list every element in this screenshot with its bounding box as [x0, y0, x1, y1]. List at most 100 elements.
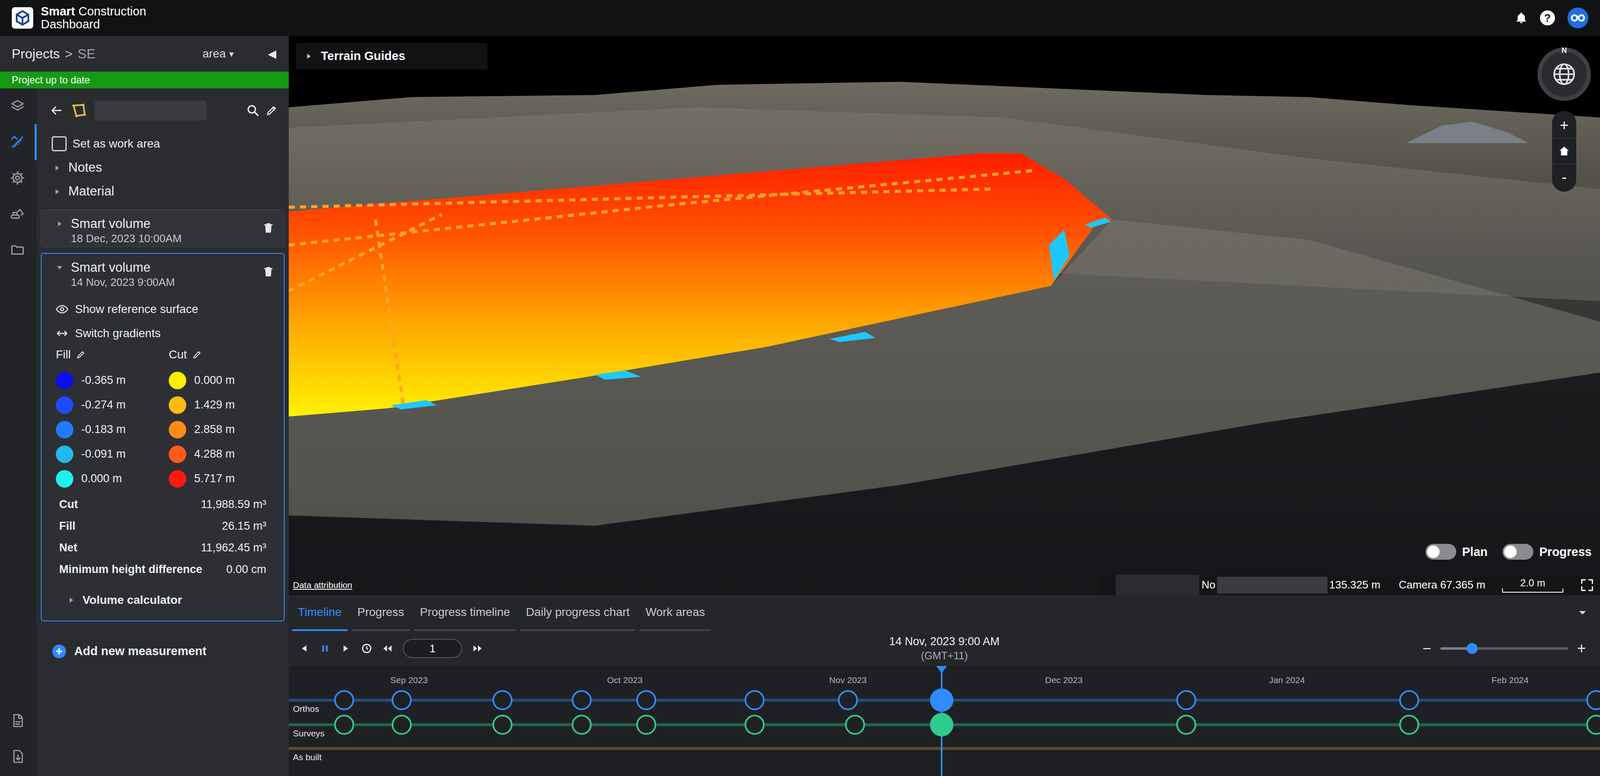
zoom-in-button[interactable]: + — [1577, 640, 1586, 656]
timeline-event[interactable] — [1176, 714, 1197, 735]
logo-icon[interactable] — [10, 6, 35, 30]
rail-item[interactable] — [0, 160, 37, 196]
collapse-button[interactable]: ◀ — [267, 45, 277, 63]
terrain-guides-button[interactable]: Terrain Guides — [295, 42, 488, 70]
zoom-slider-track[interactable] — [1440, 647, 1568, 650]
rail-item[interactable] — [0, 231, 37, 268]
timeline-event[interactable] — [930, 688, 954, 712]
legend-swatch[interactable] — [55, 470, 74, 488]
timeline-event[interactable] — [1176, 690, 1197, 710]
avatar-icon[interactable] — [1567, 7, 1589, 29]
zoom-out-button[interactable]: - — [1552, 164, 1577, 190]
measurement-card[interactable]: Smart volume14 Nov, 2023 9:00AM Show refe… — [40, 252, 285, 622]
breadcrumb: Projects>SEarea▾◀ — [0, 35, 289, 72]
measurement-header[interactable]: Smart volume14 Nov, 2023 9:00AM — [41, 253, 284, 290]
timeline-event[interactable] — [636, 690, 657, 710]
step-field[interactable] — [402, 638, 463, 658]
timeline-event[interactable] — [334, 714, 355, 735]
tab[interactable]: Progress — [351, 595, 410, 631]
timeline-event[interactable] — [391, 690, 412, 710]
measurement-header[interactable]: Smart volume18 Dec, 2023 10:00AM — [41, 210, 284, 247]
timeline-event[interactable] — [1586, 690, 1600, 710]
previous-icon[interactable] — [298, 642, 310, 654]
chevron-down-icon[interactable] — [1576, 607, 1589, 619]
home-button[interactable] — [1552, 138, 1577, 165]
rail-item[interactable] — [0, 738, 37, 775]
rail-item[interactable] — [0, 124, 37, 160]
toggle-item[interactable]: Plan — [1425, 542, 1488, 562]
work-area-checkbox[interactable] — [51, 136, 67, 152]
toggle-switch[interactable] — [1502, 543, 1534, 560]
toggle-switch[interactable] — [1425, 543, 1457, 560]
search-icon[interactable] — [246, 103, 260, 118]
legend-swatch[interactable] — [168, 420, 187, 439]
timeline-event[interactable] — [744, 714, 765, 735]
tab[interactable]: Timeline — [292, 595, 348, 631]
rail-item[interactable] — [0, 88, 37, 125]
trash-icon[interactable] — [262, 221, 275, 235]
fast-forward-icon[interactable] — [472, 642, 483, 654]
toggle-item[interactable]: Progress — [1502, 542, 1592, 562]
map-viewport[interactable]: Terrain Guides N + - Plan Progress Data attrib… — [288, 35, 1600, 595]
timeline-event[interactable] — [1399, 690, 1420, 710]
play-icon[interactable] — [340, 642, 352, 654]
rail-item[interactable] — [0, 195, 37, 232]
legend-swatch[interactable] — [55, 420, 74, 439]
timeline-event[interactable] — [930, 712, 954, 737]
add-measurement-button[interactable]: Add new measurement — [36, 639, 289, 663]
scale-line — [1502, 588, 1564, 593]
legend-swatch[interactable] — [55, 445, 74, 463]
compass[interactable]: N — [1537, 47, 1591, 101]
pencil-icon[interactable] — [192, 349, 203, 360]
breadcrumb-link[interactable]: Projects — [11, 43, 60, 64]
fullscreen-icon[interactable] — [1580, 577, 1595, 593]
detail-action[interactable]: Switch gradients — [55, 321, 270, 346]
area-dropdown[interactable]: area▾ — [202, 45, 234, 63]
timeline-chart[interactable]: Sep 2023Oct 2023Nov 2023Dec 2023Jan 2024… — [288, 665, 1600, 776]
back-arrow-icon[interactable] — [49, 103, 64, 118]
timeline-event[interactable] — [1586, 714, 1600, 735]
section-row[interactable]: Notes — [36, 155, 289, 180]
timeline-event[interactable] — [492, 714, 513, 735]
timeline-event[interactable] — [571, 714, 592, 735]
work-area-row[interactable]: Set as work area — [36, 131, 289, 156]
trash-icon[interactable] — [262, 265, 275, 278]
section-row[interactable]: Material — [36, 179, 289, 204]
timeline-event[interactable] — [571, 690, 592, 710]
legend-swatch[interactable] — [168, 445, 187, 463]
pencil-icon[interactable] — [75, 349, 86, 360]
zoom-in-button[interactable]: + — [1552, 112, 1577, 139]
timeline-event[interactable] — [391, 714, 412, 735]
clock-icon[interactable] — [361, 642, 373, 654]
timeline-event[interactable] — [492, 690, 513, 710]
timeline-event[interactable] — [636, 714, 657, 735]
legend-swatch[interactable] — [168, 371, 187, 390]
breadcrumb-project[interactable]: SE — [77, 43, 96, 64]
zoom-out-button[interactable]: − — [1422, 640, 1432, 656]
data-attribution-link[interactable]: Data attribution — [288, 578, 353, 592]
timeline-event[interactable] — [837, 690, 858, 710]
measurement-card[interactable]: Smart volume18 Dec, 2023 10:00AM — [40, 209, 285, 248]
pause-icon[interactable] — [319, 642, 331, 654]
tab[interactable]: Daily progress chart — [520, 595, 636, 631]
legend-swatch[interactable] — [168, 396, 187, 414]
legend-swatch[interactable] — [168, 470, 187, 488]
timeline-event[interactable] — [1399, 714, 1420, 735]
legend-swatch[interactable] — [55, 371, 74, 390]
terrain-scene[interactable] — [288, 35, 1600, 595]
pencil-icon[interactable] — [265, 104, 278, 117]
timeline-event[interactable] — [334, 690, 355, 710]
bell-icon[interactable] — [1515, 11, 1528, 25]
tab[interactable]: Work areas — [639, 595, 711, 631]
tab[interactable]: Progress timeline — [414, 595, 516, 631]
detail-action[interactable]: Show reference surface — [55, 297, 270, 322]
legend-swatch[interactable] — [55, 396, 74, 414]
rewind-icon[interactable] — [382, 642, 393, 654]
help-button[interactable]: ? — [1540, 10, 1555, 26]
name-field[interactable] — [95, 100, 207, 121]
rail-item[interactable] — [0, 702, 37, 739]
timeline-event[interactable] — [744, 690, 765, 710]
volume-calculator[interactable]: Volume calculator — [55, 587, 270, 613]
timeline-event[interactable] — [845, 714, 865, 735]
zoom-slider-thumb[interactable] — [1466, 642, 1478, 654]
